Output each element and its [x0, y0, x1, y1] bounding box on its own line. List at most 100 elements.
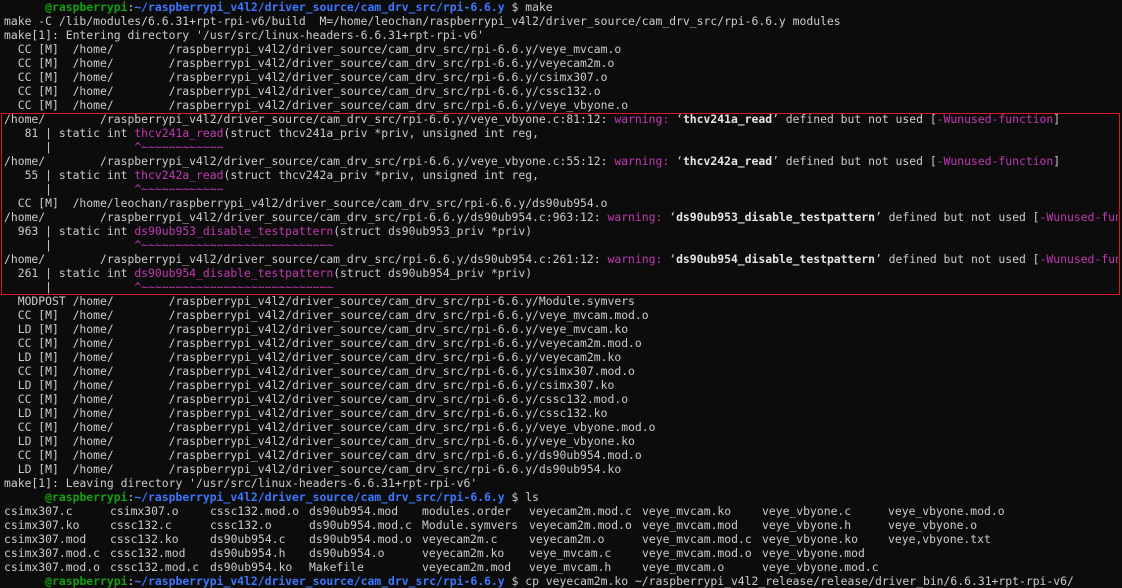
warning-code-line: 261 | static int ds90ub954_disable_testp…: [4, 266, 1118, 280]
ls-entry: csimx307.mod: [4, 532, 87, 546]
build-line: CC [M] /home/ /raspberrypi_v4l2/driver_s…: [4, 70, 1118, 84]
build-line: CC [M] /home/ /raspberrypi_v4l2/driver_s…: [4, 420, 1118, 434]
ls-entry: cssc132.c: [110, 518, 172, 532]
code-line-number: 963 | static int: [4, 224, 135, 238]
build-line-text: LD [M] /home/ /raspberrypi_v4l2/driver_s…: [4, 406, 608, 420]
warning-quote: ‘: [662, 252, 677, 266]
ls-entry: csimx307.ko: [4, 518, 80, 532]
warning-location: /home/ /raspberrypi_v4l2/driver_source/c…: [4, 112, 615, 126]
ls-row: csimx307.ko cssc132.c cssc132.o ds90ub954.m…: [4, 518, 1118, 532]
ls-entry: veyecam2m.ko: [422, 546, 505, 560]
build-line-text: CC [M] /home/ /raspberrypi_v4l2/driver_s…: [4, 448, 642, 462]
build-line: CC [M] /home/ /raspberrypi_v4l2/driver_s…: [4, 308, 1118, 322]
build-line: LD [M] /home/ /raspberrypi_v4l2/driver_s…: [4, 378, 1118, 392]
warning-line: /home/ /raspberrypi_v4l2/driver_source/c…: [4, 210, 1118, 224]
code-function: thcv242a_read: [134, 168, 224, 182]
code-line-number: 261 | static int: [4, 266, 135, 280]
caret-gutter: |: [4, 182, 135, 196]
warning-location: /home/ /raspberrypi_v4l2/driver_source/c…: [4, 154, 615, 168]
build-line-text: LD [M] /home/ /raspberrypi_v4l2/driver_s…: [4, 322, 629, 336]
prompt-symbol: $: [504, 0, 526, 14]
ls-entry: veye_mvcam.ko: [642, 504, 732, 518]
caret-gutter: |: [4, 280, 135, 294]
ls-entry: ds90ub954.mod.o: [309, 532, 412, 546]
ls-entry: cssc132.mod: [110, 546, 186, 560]
ls-entry: veye_mvcam.mod.c: [642, 532, 752, 546]
warning-quote: ‘: [662, 210, 677, 224]
ls-row: csimx307.c csimx307.o cssc132.mod.o ds90ub9…: [4, 504, 1118, 518]
ls-entry: veye_mvcam.mod.o: [642, 546, 752, 560]
warning-line: /home/ /raspberrypi_v4l2/driver_source/c…: [4, 112, 1118, 126]
caret-marker: ^~~~~~~~~~~~~~~~~~~~~~~~~~~~~: [134, 280, 334, 294]
build-line-text: LD [M] /home/ /raspberrypi_v4l2/driver_s…: [4, 462, 622, 476]
ls-entry: veye_vbyone.o: [888, 518, 978, 532]
warning-location: /home/ /raspberrypi_v4l2/driver_source/c…: [4, 210, 608, 224]
ls-entry: veye_vbyone.mod.o: [888, 504, 1005, 518]
ls-entry: ds90ub954.o: [309, 546, 385, 560]
code-rest: (struct ds90ub953_priv *priv): [333, 224, 533, 238]
prompt-line-ls: @raspberrypi:~/raspberrypi_v4l2/driver_s…: [4, 490, 1118, 504]
command-text: ls: [525, 490, 539, 504]
build-line: CC [M] /home/ /raspberrypi_v4l2/driver_s…: [4, 42, 1118, 56]
prompt-path: ~/raspberrypi_v4l2/driver_source/cam_drv…: [134, 490, 505, 504]
code-function: ds90ub954_disable_testpattern: [134, 266, 334, 280]
warning-flag: -Wunused-function: [936, 112, 1054, 126]
build-line: CC [M] /home/ /raspberrypi_v4l2/driver_s…: [4, 392, 1118, 406]
command-text: cp veyecam2m.ko ~/raspberrypi_v4l2_relea…: [525, 574, 1074, 588]
warning-caret-line: | ^~~~~~~~~~~~~~~~~~~~~~~~~~~~~: [4, 238, 1118, 252]
build-line-text: CC [M] /home/ /raspberrypi_v4l2/driver_s…: [4, 392, 629, 406]
build-line-text: CC [M] /home/ /raspberrypi_v4l2/driver_s…: [4, 308, 649, 322]
build-line-text: CC [M] /home/ /raspberrypi_v4l2/driver_s…: [4, 56, 615, 70]
ls-entry: cssc132.mod.c: [110, 560, 200, 574]
warning-quote: ‘: [669, 112, 683, 126]
warning-label: warning:: [614, 154, 670, 168]
build-line-text: LD [M] /home/ /raspberrypi_v4l2/driver_s…: [4, 378, 615, 392]
code-function: ds90ub953_disable_testpattern: [134, 224, 334, 238]
warning-message: ’ defined but not used [: [874, 252, 1040, 266]
prompt-user: @raspberrypi: [45, 574, 128, 588]
build-line-text: CC [M] /home/ /raspberrypi_v4l2/driver_s…: [4, 98, 629, 112]
prompt-line-cp: @raspberrypi:~/raspberrypi_v4l2/driver_s…: [4, 574, 1118, 588]
ls-entry: veyecam2m.o: [529, 532, 605, 546]
warning-function: thcv241a_read: [682, 112, 773, 126]
ls-row: csimx307.mod.o cssc132.mod.c ds90ub954.ko M…: [4, 560, 1118, 574]
build-line: CC [M] /home/ /raspberrypi_v4l2/driver_s…: [4, 336, 1118, 350]
terminal-output: @raspberrypi:~/raspberrypi_v4l2/driver_s…: [4, 0, 1118, 588]
prompt-symbol: $: [504, 490, 526, 504]
build-line: CC [M] /home/leochan/raspberrypi_v4l2/dr…: [4, 196, 1118, 210]
ls-entry: Makefile: [309, 560, 364, 574]
warning-function: ds90ub953_disable_testpattern: [676, 210, 875, 224]
ls-entry: veyecam2m.mod: [422, 560, 512, 574]
warning-line: /home/ /raspberrypi_v4l2/driver_source/c…: [4, 154, 1118, 168]
prompt-path: ~/raspberrypi_v4l2/driver_source/cam_drv…: [134, 574, 505, 588]
warning-message: ’ defined but not used [: [772, 112, 937, 126]
build-line-text: CC [M] /home/leochan/raspberrypi_v4l2/dr…: [4, 196, 608, 210]
prompt-user: @raspberrypi: [45, 0, 128, 14]
ls-entry: veyecam2m.mod.o: [529, 518, 632, 532]
ls-entry: veye_vbyone.ko: [762, 532, 859, 546]
build-line: LD [M] /home/ /raspberrypi_v4l2/driver_s…: [4, 406, 1118, 420]
build-line-text: LD [M] /home/ /raspberrypi_v4l2/driver_s…: [4, 434, 635, 448]
build-line-text: LD [M] /home/ /raspberrypi_v4l2/driver_s…: [4, 350, 622, 364]
command-text: make: [525, 0, 553, 14]
warning-flag: -Wunused-function: [1039, 210, 1118, 224]
build-line: LD [M] /home/ /raspberrypi_v4l2/driver_s…: [4, 322, 1118, 336]
ls-entry: cssc132.o: [210, 518, 272, 532]
ls-entry: veye_vbyone.h: [762, 518, 852, 532]
ls-entry: ds90ub954.mod.c: [309, 518, 412, 532]
build-line-text: CC [M] /home/ /raspberrypi_v4l2/driver_s…: [4, 336, 642, 350]
ls-entry: veye_mvcam.h: [529, 560, 612, 574]
ls-entry: ds90ub954.mod: [309, 504, 399, 518]
warning-flag: -Wunused-function: [1039, 252, 1118, 266]
build-line-text: CC [M] /home/ /raspberrypi_v4l2/driver_s…: [4, 84, 601, 98]
build-line: CC [M] /home/ /raspberrypi_v4l2/driver_s…: [4, 364, 1118, 378]
ls-entry: veye_vbyone.c: [762, 504, 852, 518]
warning-function: thcv242a_read: [682, 154, 773, 168]
build-line: CC [M] /home/ /raspberrypi_v4l2/driver_s…: [4, 56, 1118, 70]
ls-entry: veye,vbyone.txt: [888, 532, 991, 546]
build-line: CC [M] /home/ /raspberrypi_v4l2/driver_s…: [4, 448, 1118, 462]
build-line-text: CC [M] /home/ /raspberrypi_v4l2/driver_s…: [4, 364, 635, 378]
build-line-text: MODPOST /home/ /raspberrypi_v4l2/driver_…: [4, 294, 635, 308]
build-line-text: make -C /lib/modules/6.6.31+rpt-rpi-v6/b…: [4, 14, 841, 28]
warning-code-line: 963 | static int ds90ub953_disable_testp…: [4, 224, 1118, 238]
